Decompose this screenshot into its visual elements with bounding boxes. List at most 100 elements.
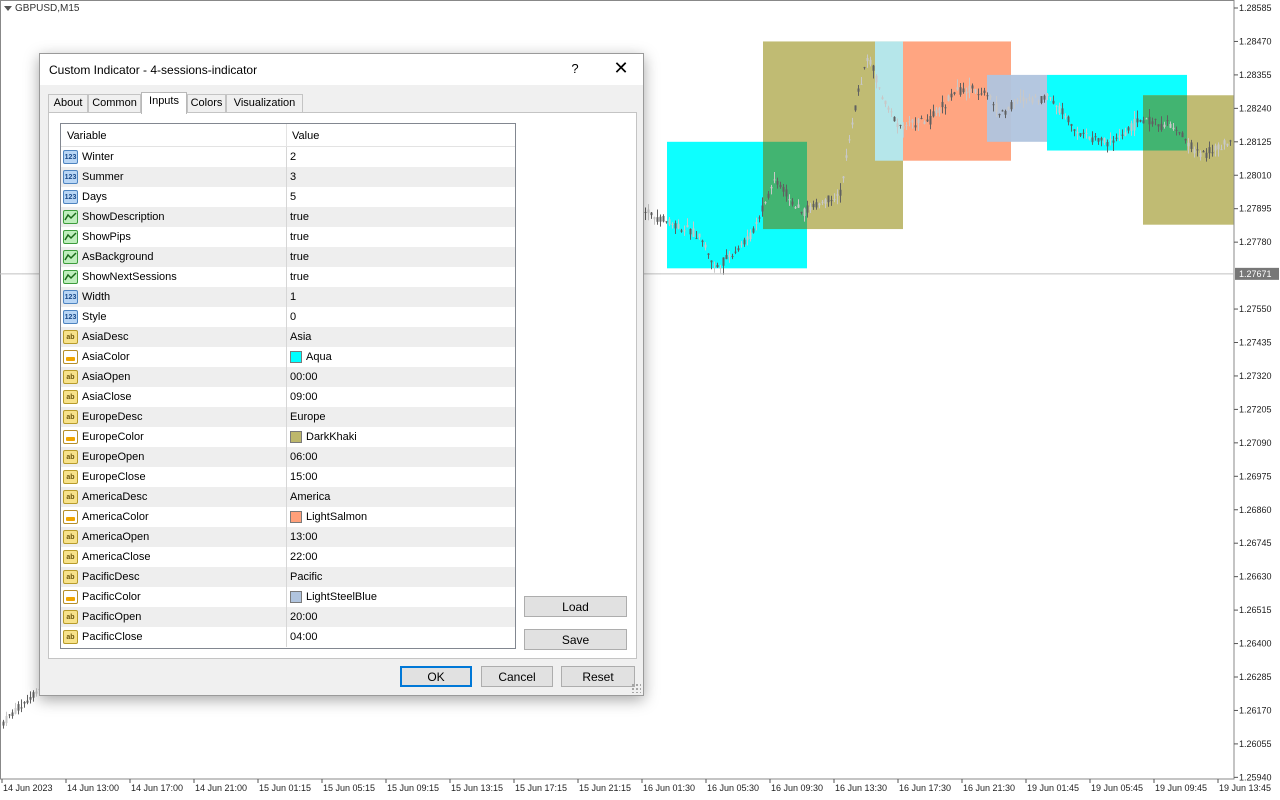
candle-body xyxy=(887,107,890,110)
cancel-button[interactable]: Cancel xyxy=(481,666,553,687)
variable-value[interactable]: LightSteelBlue xyxy=(290,590,377,603)
candle-body xyxy=(1124,132,1127,136)
ok-button[interactable]: OK xyxy=(400,666,472,687)
variable-value[interactable]: 09:00 xyxy=(290,391,318,403)
variable-value[interactable]: 3 xyxy=(290,171,296,183)
color-type-icon xyxy=(63,510,78,524)
table-row[interactable]: ab AmericaClose 22:00 xyxy=(61,547,515,567)
candle-body xyxy=(815,202,818,208)
variable-value[interactable]: America xyxy=(290,491,330,503)
variable-value[interactable]: true xyxy=(290,211,309,223)
column-header-value[interactable]: Value xyxy=(292,130,319,142)
table-row[interactable]: ab EuropeOpen 06:00 xyxy=(61,447,515,467)
variable-value[interactable]: 2 xyxy=(290,151,296,163)
price-axis-label: 1.27090 xyxy=(1239,438,1272,448)
candle-body xyxy=(1028,97,1031,99)
table-row[interactable]: PacificColor LightSteelBlue xyxy=(61,587,515,607)
table-row[interactable]: ab EuropeDesc Europe xyxy=(61,407,515,427)
table-row[interactable]: ab PacificOpen 20:00 xyxy=(61,607,515,627)
close-icon[interactable]: ✕ xyxy=(608,58,634,80)
variable-value[interactable]: 5 xyxy=(290,191,296,203)
candle-body xyxy=(977,94,980,96)
tab-about[interactable]: About xyxy=(48,94,88,113)
variable-value[interactable]: true xyxy=(290,251,309,263)
table-row[interactable]: ShowDescription true xyxy=(61,207,515,227)
variable-value[interactable]: 00:00 xyxy=(290,371,318,383)
candle-body xyxy=(917,119,920,124)
candle-body xyxy=(653,217,656,220)
table-row[interactable]: 123 Winter 2 xyxy=(61,147,515,167)
table-row[interactable]: AmericaColor LightSalmon xyxy=(61,507,515,527)
table-row[interactable]: EuropeColor DarkKhaki xyxy=(61,427,515,447)
table-row[interactable]: 123 Style 0 xyxy=(61,307,515,327)
save-button[interactable]: Save xyxy=(524,629,627,650)
variable-name: Days xyxy=(82,191,108,203)
candle-body xyxy=(1145,118,1148,120)
candle-body xyxy=(1016,99,1019,102)
table-row[interactable]: ShowPips true xyxy=(61,227,515,247)
variable-value[interactable]: 0 xyxy=(290,311,296,323)
candle-body xyxy=(8,714,11,716)
variable-value[interactable]: 1 xyxy=(290,291,296,303)
tab-inputs[interactable]: Inputs xyxy=(141,92,187,114)
variable-value[interactable]: Aqua xyxy=(290,350,332,363)
variable-value[interactable]: LightSalmon xyxy=(290,510,367,523)
candle-body xyxy=(20,707,23,709)
variable-value[interactable]: 13:00 xyxy=(290,531,318,543)
load-button[interactable]: Load xyxy=(524,596,627,617)
column-header-variable[interactable]: Variable xyxy=(67,130,107,142)
table-row[interactable]: ab AmericaOpen 13:00 xyxy=(61,527,515,547)
variable-value[interactable]: DarkKhaki xyxy=(290,430,357,443)
table-row[interactable]: ab EuropeClose 15:00 xyxy=(61,467,515,487)
variable-value[interactable]: 04:00 xyxy=(290,631,318,643)
price-axis-label: 1.28355 xyxy=(1239,70,1272,80)
variable-value[interactable]: 15:00 xyxy=(290,471,318,483)
variable-value-text: true xyxy=(290,231,309,243)
help-icon[interactable]: ? xyxy=(564,59,586,79)
variable-value[interactable]: true xyxy=(290,271,309,283)
dialog-titlebar[interactable]: Custom Indicator - 4-sessions-indicator … xyxy=(40,54,643,85)
tab-colors[interactable]: Colors xyxy=(187,94,226,113)
table-row[interactable]: 123 Days 5 xyxy=(61,187,515,207)
price-axis-label: 1.27205 xyxy=(1239,404,1272,414)
variable-name: ShowNextSessions xyxy=(82,271,177,283)
table-row[interactable]: ab AsiaOpen 00:00 xyxy=(61,367,515,387)
table-row[interactable]: ab AsiaClose 09:00 xyxy=(61,387,515,407)
tab-visualization[interactable]: Visualization xyxy=(226,94,303,113)
variable-value[interactable]: true xyxy=(290,231,309,243)
variable-value[interactable]: 06:00 xyxy=(290,451,318,463)
reset-button[interactable]: Reset xyxy=(561,666,635,687)
table-row[interactable]: ab AmericaDesc America xyxy=(61,487,515,507)
variable-value[interactable]: Pacific xyxy=(290,571,322,583)
variable-value[interactable]: 20:00 xyxy=(290,611,318,623)
color-type-icon xyxy=(63,350,78,364)
variable-value[interactable]: Europe xyxy=(290,411,325,423)
table-row[interactable]: ab AsiaDesc Asia xyxy=(61,327,515,347)
chart-symbol-title[interactable]: GBPUSD,M15 xyxy=(4,3,79,14)
price-axis-label: 1.27895 xyxy=(1239,204,1272,214)
table-row[interactable]: ab PacificDesc Pacific xyxy=(61,567,515,587)
candle-body xyxy=(2,721,5,726)
candle-body xyxy=(1151,121,1154,125)
tab-common[interactable]: Common xyxy=(88,94,141,113)
cell-divider xyxy=(286,287,287,307)
variable-value[interactable]: Asia xyxy=(290,331,311,343)
candle-body xyxy=(746,236,749,240)
table-row[interactable]: ShowNextSessions true xyxy=(61,267,515,287)
inputs-grid[interactable]: Variable Value 123 Winter 2 123 Summer 3 1 2 3 Da… xyxy=(60,123,516,649)
candle-body xyxy=(962,88,965,93)
candle-body xyxy=(950,93,953,98)
cell-divider xyxy=(286,347,287,367)
table-row[interactable]: 123 Width 1 xyxy=(61,287,515,307)
table-row[interactable]: AsiaColor Aqua xyxy=(61,347,515,367)
table-row[interactable]: ab PacificClose 04:00 xyxy=(61,627,515,647)
variable-value-text: true xyxy=(290,251,309,263)
table-row[interactable]: 123 Summer 3 xyxy=(61,167,515,187)
column-divider[interactable] xyxy=(286,124,287,147)
candle-body xyxy=(845,155,848,158)
chevron-down-icon[interactable] xyxy=(4,6,12,11)
cell-divider xyxy=(286,487,287,507)
resize-grip-icon[interactable] xyxy=(631,683,641,693)
table-row[interactable]: AsBackground true xyxy=(61,247,515,267)
variable-value[interactable]: 22:00 xyxy=(290,551,318,563)
